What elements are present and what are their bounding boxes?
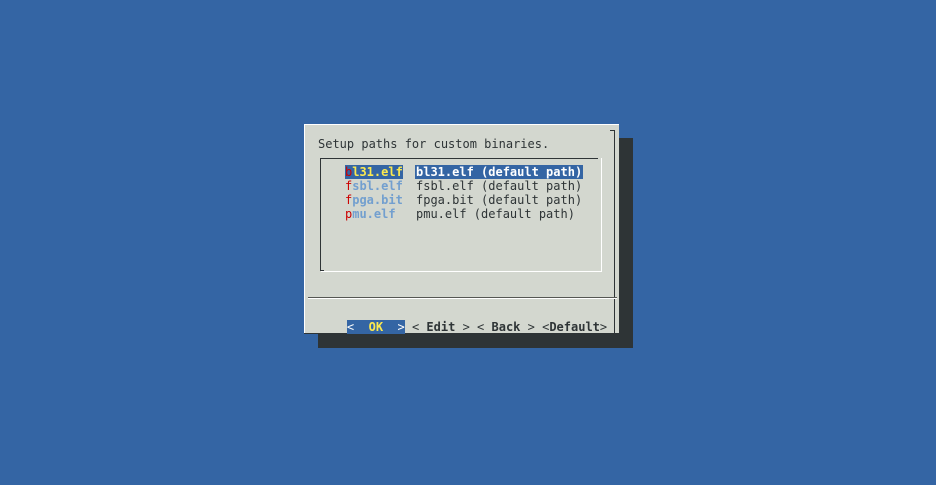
- ok-button-close: >: [397, 320, 405, 334]
- dialog-prompt: Setup paths for custom binaries.: [318, 137, 550, 151]
- binary-list: bl31.elf bl31.elf (default path) fsbl.el…: [320, 158, 602, 272]
- edit-button-label: Edit: [419, 320, 463, 334]
- list-item-tag: bl31.elf: [345, 165, 403, 179]
- list-item-description: bl31.elf (default path): [415, 165, 584, 179]
- back-button[interactable]: < Back >: [477, 320, 535, 334]
- list-item-description: pmu.elf (default path): [416, 207, 575, 221]
- ok-button[interactable]: < OK >: [346, 320, 405, 334]
- default-button[interactable]: <Default>: [542, 320, 607, 334]
- list-item-fsbl[interactable]: fsbl.elf fsbl.elf (default path): [320, 179, 583, 193]
- list-item-tag: pmu.elf: [345, 207, 396, 221]
- dialog-border-corner: [610, 130, 615, 131]
- list-item-pmu[interactable]: pmu.elf pmu.elf (default path): [320, 207, 580, 221]
- ok-button-label: OK: [354, 320, 398, 334]
- menu-dialog: Setup paths for custom binaries. bl31.el…: [304, 124, 619, 334]
- edit-button[interactable]: < Edit >: [412, 320, 470, 334]
- dialog-border-top: [304, 124, 619, 125]
- list-item-tag-text: sbl.elf: [352, 179, 403, 193]
- list-item-tag-text: l31.elf: [352, 165, 403, 179]
- list-item-tag-text: mu.elf: [352, 207, 396, 221]
- list-item-tag: fsbl.elf: [345, 179, 403, 193]
- list-item-description: fpga.bit (default path): [416, 193, 583, 207]
- dialog-border-right: [614, 130, 615, 334]
- dialog-border-left: [304, 124, 305, 334]
- default-button-close: >: [599, 320, 608, 334]
- list-item-fpga[interactable]: fpga.bit fpga.bit (default path): [320, 193, 583, 207]
- default-button-label: Default: [549, 320, 600, 334]
- back-button-label: Back: [484, 320, 528, 334]
- list-item-tag-text: pga.bit: [352, 193, 403, 207]
- button-bar: < OK > < Edit > < Back > <Default>: [318, 306, 607, 334]
- button-separator-highlight: [308, 298, 617, 299]
- list-item-description: fsbl.elf (default path): [416, 179, 583, 193]
- list-item-bl31[interactable]: bl31.elf bl31.elf (default path): [320, 165, 584, 179]
- back-button-close: >: [527, 320, 535, 334]
- list-item-tag: fpga.bit: [345, 193, 403, 207]
- edit-button-close: >: [462, 320, 470, 334]
